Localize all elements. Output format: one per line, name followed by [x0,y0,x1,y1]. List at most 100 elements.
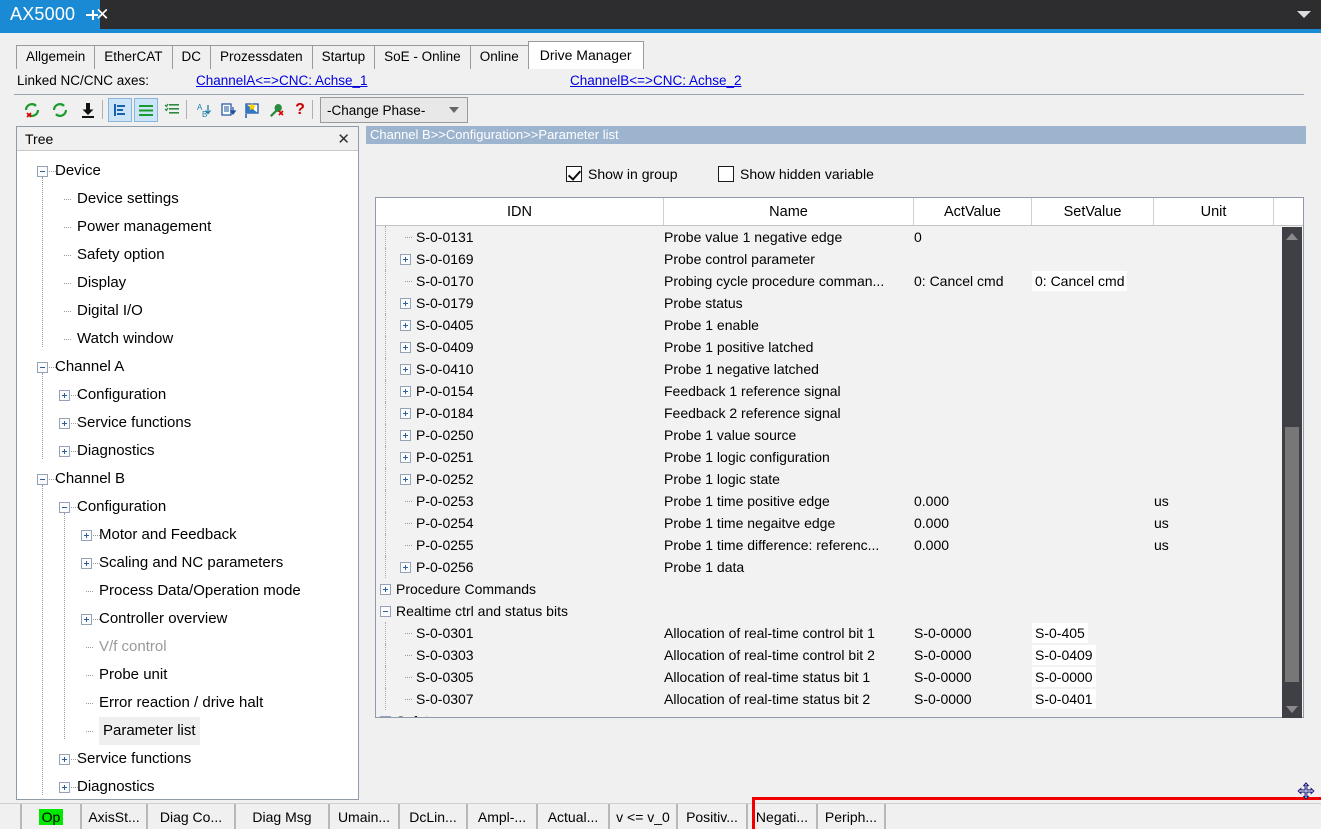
column-header-unit[interactable]: Unit [1154,198,1274,225]
tab-startup[interactable]: Startup [311,45,376,69]
document-tab-ax5000[interactable]: AX5000 ✕ [0,0,110,29]
collapse-icon[interactable] [37,362,48,373]
table-row[interactable]: P-0-0256 Probe 1 data [376,556,1303,578]
change-phase-select[interactable]: -Change Phase- [320,97,468,123]
table-row[interactable]: P-0-0252 Probe 1 logic state [376,468,1303,490]
cell-set[interactable]: S-0-405 [1032,622,1154,644]
table-row[interactable]: S-0-0170 Probing cycle procedure comman..… [376,270,1303,292]
tree-item-power-management[interactable]: Power management [17,213,358,241]
tree-item-v-f-control[interactable]: V/f control [17,633,358,661]
table-row[interactable]: S-0-0307 Allocation of real-time status b… [376,688,1303,710]
collapse-icon[interactable] [37,166,48,177]
tree-item-watch-window[interactable]: Watch window [17,325,358,353]
expand-icon[interactable] [59,418,70,429]
scrollbar-thumb[interactable] [1285,427,1299,682]
collapse-icon[interactable] [37,474,48,485]
refresh-icon[interactable] [48,98,72,122]
status-cell-umain[interactable]: Umain... [330,804,400,829]
expand-icon[interactable] [400,430,411,441]
expand-icon[interactable] [400,474,411,485]
tree-item-channel-b[interactable]: Channel B [17,465,358,493]
tree-item-parameter-list[interactable]: Parameter list [17,717,358,745]
tab-drive-manager[interactable]: Drive Manager [527,41,644,69]
expand-icon[interactable] [59,754,70,765]
tab-ethercat[interactable]: EtherCAT [94,45,173,69]
tree-item-diagnostics[interactable]: Diagnostics [17,773,358,799]
tab-soe-online[interactable]: SoE - Online [374,45,471,69]
cell-set[interactable]: S-0-0000 [1032,666,1154,688]
tab-prozessdaten[interactable]: Prozessdaten [210,45,313,69]
tree-item-service-functions[interactable]: Service functions [17,745,358,773]
table-row[interactable]: S-0-0179 Probe status [376,292,1303,314]
status-cell-op[interactable]: Op [22,804,82,829]
tab-dc[interactable]: DC [171,45,212,69]
column-header-actvalue[interactable]: ActValue [914,198,1032,225]
table-row[interactable]: S-0-0405 Probe 1 enable [376,314,1303,336]
status-cell-periph[interactable]: Periph... [818,804,886,829]
expand-icon[interactable] [380,584,391,595]
tree-item-error-reaction-drive-halt[interactable]: Error reaction / drive halt [17,689,358,717]
expand-icon[interactable] [400,342,411,353]
status-cell-v-v-0[interactable]: v <= v_0 [610,804,678,829]
expand-icon[interactable] [400,408,411,419]
table-row[interactable]: S-0-0410 Probe 1 negative latched [376,358,1303,380]
scroll-down-arrow-icon[interactable] [1282,700,1302,718]
close-icon[interactable]: ✕ [337,130,350,148]
tree-item-motor-and-feedback[interactable]: Motor and Feedback [17,521,358,549]
tree-item-process-data-operation-mode[interactable]: Process Data/Operation mode [17,577,358,605]
tree-item-digital-i-o[interactable]: Digital I/O [17,297,358,325]
tab-allgemein[interactable]: Allgemein [16,45,96,69]
cell-set[interactable]: S-0-0409 [1032,644,1154,666]
tree-item-display[interactable]: Display [17,269,358,297]
table-row[interactable]: P-0-0250 Probe 1 value source [376,424,1303,446]
cell-set[interactable]: 0: Cancel cmd [1032,270,1154,292]
column-header-name[interactable]: Name [664,198,914,225]
collapse-icon[interactable] [380,606,391,617]
table-row[interactable]: P-0-0255 Probe 1 time difference: referen… [376,534,1303,556]
expand-icon[interactable] [81,614,92,625]
table-row[interactable]: P-0-0154 Feedback 1 reference signal [376,380,1303,402]
export-icon[interactable] [216,98,240,122]
column-header-setvalue[interactable]: SetValue [1032,198,1154,225]
table-row[interactable]: Safety [376,710,1303,717]
tree-item-safety-option[interactable]: Safety option [17,241,358,269]
table-row[interactable]: S-0-0303 Allocation of real-time control … [376,644,1303,666]
expand-icon[interactable] [380,716,391,717]
table-row[interactable]: P-0-0184 Feedback 2 reference signal [376,402,1303,424]
reload-error-icon[interactable] [20,98,44,122]
tree-item-device[interactable]: Device [17,157,358,185]
split-view-icon[interactable] [134,98,158,122]
show-hidden-variable-option[interactable]: Show hidden variable [718,166,874,182]
expand-icon[interactable] [400,298,411,309]
cell-set-value[interactable]: S-0-0000 [1032,667,1096,687]
status-cell-ampl[interactable]: Ampl-... [468,804,538,829]
expand-icon[interactable] [81,558,92,569]
show-hidden-variable-checkbox[interactable] [718,166,734,182]
cell-set-value[interactable]: 0: Cancel cmd [1032,271,1128,291]
expand-icon[interactable] [400,320,411,331]
expand-icon[interactable] [59,782,70,793]
status-cell-actual[interactable]: Actual... [538,804,610,829]
tab-online[interactable]: Online [469,45,529,69]
cell-set[interactable]: S-0-0401 [1032,688,1154,710]
tree-item-service-functions[interactable]: Service functions [17,409,358,437]
link-channel-b[interactable]: ChannelB<=>CNC: Achse_2 [570,73,742,88]
table-row[interactable]: Realtime ctrl and status bits [376,600,1303,622]
table-row[interactable]: Procedure Commands [376,578,1303,600]
tree-item-diagnostics[interactable]: Diagnostics [17,437,358,465]
tree-view-icon[interactable] [108,98,132,122]
status-cell-positiv[interactable]: Positiv... [678,804,748,829]
status-cell-dclin[interactable]: DcLin... [400,804,468,829]
cell-set-value[interactable]: S-0-0401 [1032,689,1096,709]
cell-set-value[interactable]: S-0-0409 [1032,645,1096,665]
show-in-group-option[interactable]: Show in group [566,166,678,182]
chevron-down-icon[interactable] [1297,11,1311,18]
tree-item-controller-overview[interactable]: Controller overview [17,605,358,633]
vertical-scrollbar[interactable] [1282,227,1302,718]
column-header-idn[interactable]: IDN [376,198,664,225]
table-row[interactable]: P-0-0254 Probe 1 time negaitve edge 0.000 u… [376,512,1303,534]
table-row[interactable]: S-0-0409 Probe 1 positive latched [376,336,1303,358]
expand-icon[interactable] [400,562,411,573]
help-icon[interactable]: ? [288,98,312,122]
cell-set-value[interactable]: S-0-405 [1032,623,1088,643]
